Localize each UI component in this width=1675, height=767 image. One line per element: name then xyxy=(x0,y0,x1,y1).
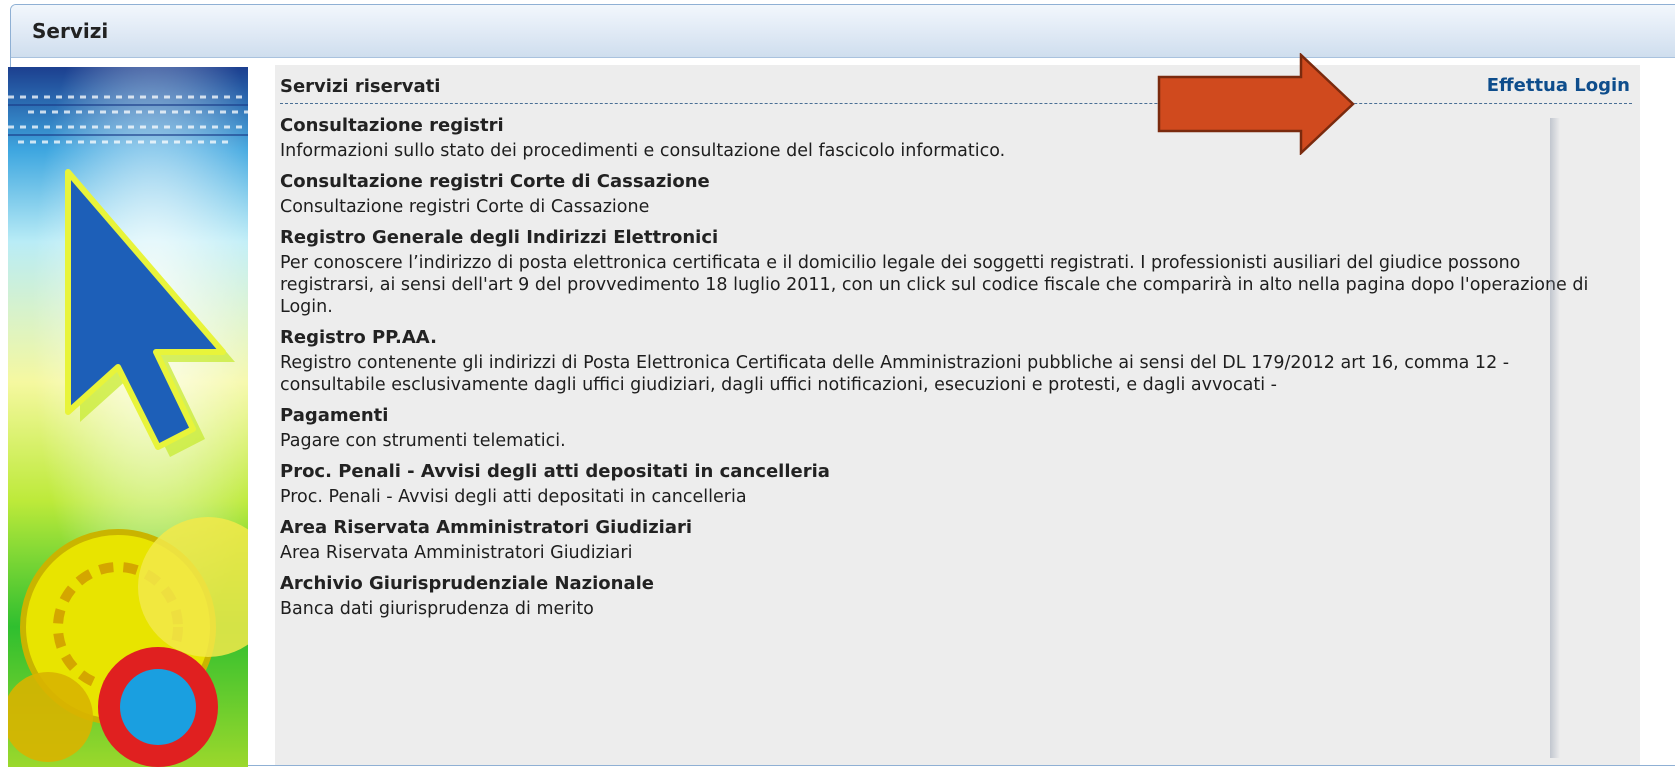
panel-header: Servizi xyxy=(11,5,1675,58)
service-title[interactable]: Proc. Penali - Avvisi degli atti deposit… xyxy=(280,460,1610,484)
service-title[interactable]: Consultazione registri xyxy=(280,114,1610,138)
service-title[interactable]: Pagamenti xyxy=(280,404,1610,428)
section-title: Servizi riservati xyxy=(280,76,441,97)
services-list: Consultazione registri Informazioni sull… xyxy=(275,104,1640,620)
service-description: Pagare con strumenti telematici. xyxy=(280,431,566,451)
service-title[interactable]: Registro Generale degli Indirizzi Elettr… xyxy=(280,226,1610,250)
service-description: Consultazione registri Corte di Cassazio… xyxy=(280,197,650,217)
service-title[interactable]: Consultazione registri Corte di Cassazio… xyxy=(280,170,1610,194)
service-item: Registro PP.AA. Registro contenente gli … xyxy=(280,326,1610,396)
service-description: Informazioni sullo stato dei procediment… xyxy=(280,141,1006,161)
service-item: Consultazione registri Informazioni sull… xyxy=(280,114,1610,162)
service-description: Per conoscere l’indirizzo di posta elett… xyxy=(280,253,1589,317)
service-item: Proc. Penali - Avvisi degli atti deposit… xyxy=(280,460,1610,508)
login-link[interactable]: Effettua Login xyxy=(1487,75,1630,96)
decorative-cursor-gears-image xyxy=(8,67,248,767)
service-description: Banca dati giurisprudenza di merito xyxy=(280,599,594,619)
service-title[interactable]: Area Riservata Amministratori Giudiziari xyxy=(280,516,1610,540)
content-header: Servizi riservati Effettua Login xyxy=(280,65,1632,104)
service-item: Pagamenti Pagare con strumenti telematic… xyxy=(280,404,1610,452)
service-item: Registro Generale degli Indirizzi Elettr… xyxy=(280,226,1610,318)
service-description: Registro contenente gli indirizzi di Pos… xyxy=(280,353,1510,395)
arrow-right-icon xyxy=(1157,52,1357,156)
service-description: Area Riservata Amministratori Giudiziari xyxy=(280,543,633,563)
service-item: Area Riservata Amministratori Giudiziari… xyxy=(280,516,1610,564)
service-title[interactable]: Archivio Giurisprudenziale Nazionale xyxy=(280,572,1610,596)
service-item: Archivio Giurisprudenziale Nazionale Ban… xyxy=(280,572,1610,620)
content-area: Servizi riservati Effettua Login Consult… xyxy=(275,65,1640,765)
panel-title: Servizi xyxy=(32,19,109,43)
service-description: Proc. Penali - Avvisi degli atti deposit… xyxy=(280,487,747,507)
content-shadow xyxy=(1550,118,1560,758)
service-item: Consultazione registri Corte di Cassazio… xyxy=(280,170,1610,218)
service-title[interactable]: Registro PP.AA. xyxy=(280,326,1610,350)
